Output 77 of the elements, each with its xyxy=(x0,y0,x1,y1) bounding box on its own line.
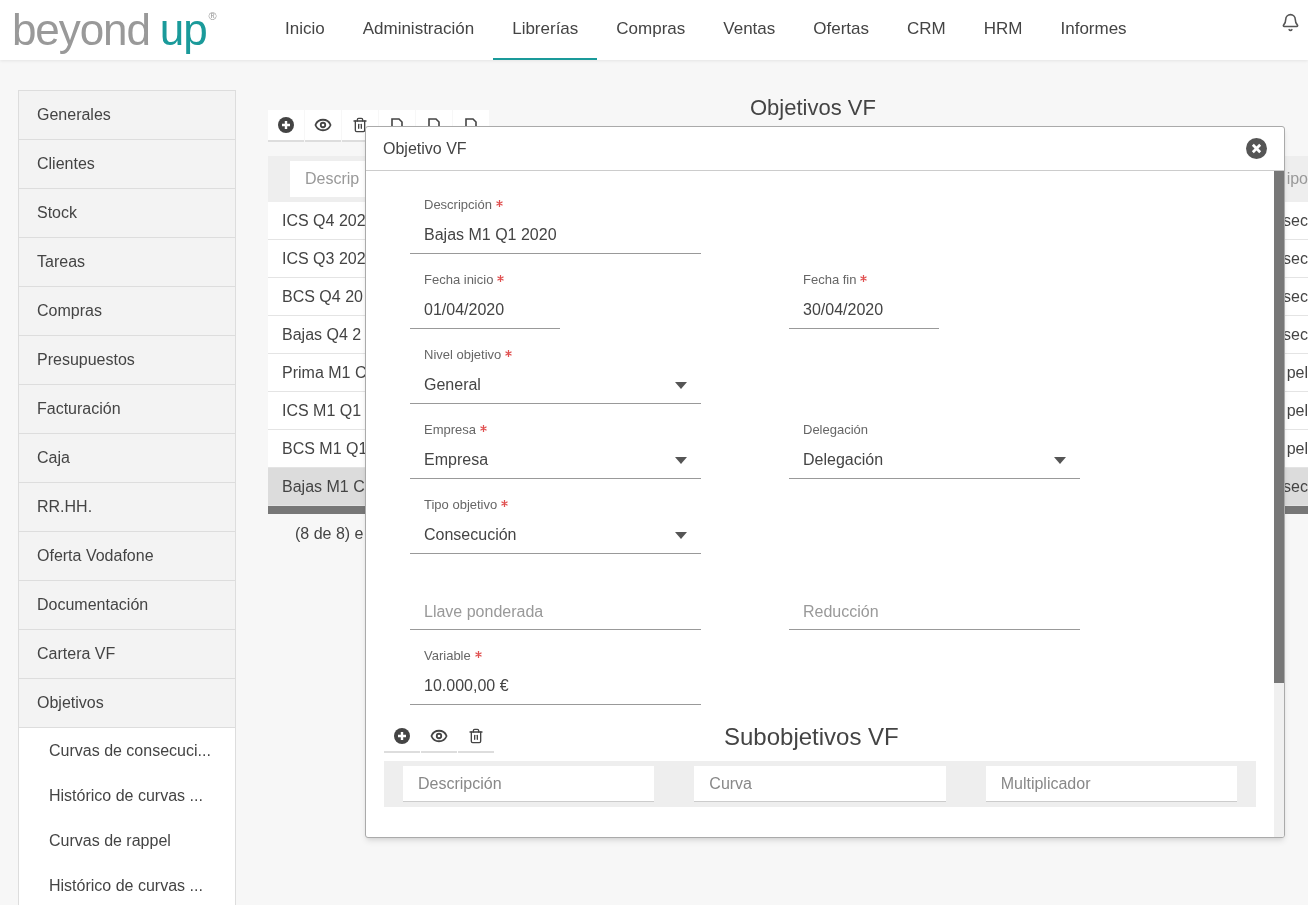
add-icon xyxy=(394,728,410,744)
sidebar-item[interactable]: Generales xyxy=(19,91,235,140)
text-field[interactable]: Reducción xyxy=(789,600,1080,630)
sidebar-item[interactable]: Stock xyxy=(19,189,235,238)
field-label: Nivel objetivo xyxy=(424,346,502,365)
nav-tab[interactable]: Ofertas xyxy=(794,0,889,60)
notification-icon[interactable] xyxy=(1281,12,1300,32)
caret-icon xyxy=(675,381,687,389)
caret-icon xyxy=(675,456,687,464)
paginator-text: (8 de 8) e xyxy=(295,524,364,544)
sidebar-subitem[interactable]: Histórico de curvas ... xyxy=(19,773,235,818)
nav-tab[interactable]: Informes xyxy=(1041,0,1146,60)
nav-tab[interactable]: Compras xyxy=(597,0,705,60)
sidebar-item[interactable]: Caja xyxy=(19,434,235,483)
field-label: Fecha fin xyxy=(803,271,857,290)
table-cell-text: ICS M1 Q1 xyxy=(281,400,362,421)
filter-field[interactable]: Multiplicador xyxy=(985,766,1237,802)
table-cell-text: Bajas M1 C xyxy=(281,476,365,497)
nav-tab[interactable]: HRM xyxy=(964,0,1042,60)
eye-icon xyxy=(430,727,448,745)
table-cell-text: pel xyxy=(1286,362,1308,383)
sidebar-item[interactable]: Presupuestos xyxy=(19,336,235,385)
close-icon[interactable] xyxy=(1246,138,1267,159)
select-field[interactable]: Delegación xyxy=(789,448,1080,479)
field-label: Empresa xyxy=(424,421,477,440)
trash-icon xyxy=(468,728,484,744)
caret-icon xyxy=(675,531,687,539)
nav-tab[interactable]: Ventas xyxy=(704,0,795,60)
sidebar-item[interactable]: Cartera VF xyxy=(19,630,235,679)
nav-tab[interactable]: Librerías xyxy=(493,0,598,60)
text-field[interactable]: 30/04/2020 xyxy=(789,298,939,329)
nav-tab[interactable]: CRM xyxy=(888,0,965,60)
nav-tab[interactable]: Inicio xyxy=(266,0,344,60)
dialog-title: Objetivo VF xyxy=(383,138,467,159)
text-field[interactable]: Bajas M1 Q1 2020 xyxy=(410,223,701,254)
nav-tab[interactable]: Administración xyxy=(343,0,494,60)
sidebar-item[interactable]: Tareas xyxy=(19,238,235,287)
filter-field[interactable]: Curva xyxy=(694,766,946,802)
field-label: Fecha inicio xyxy=(424,271,494,290)
scrollbar[interactable] xyxy=(1274,171,1284,837)
sidebar-item[interactable]: Clientes xyxy=(19,140,235,189)
select-field[interactable]: General xyxy=(410,373,701,404)
section-title: Subobjetivos VF xyxy=(724,722,899,752)
table-cell-text: BCS M1 Q1 xyxy=(281,438,368,459)
text-field[interactable]: 01/04/2020 xyxy=(410,298,560,329)
sidebar-item[interactable]: Compras xyxy=(19,287,235,336)
toolbar-button[interactable] xyxy=(305,110,341,142)
field-label: Delegación xyxy=(803,421,869,440)
sidebar-item[interactable]: RR.HH. xyxy=(19,483,235,532)
table-cell-text: ICS Q3 202 xyxy=(281,248,366,269)
table-cell-text: ICS Q4 202 xyxy=(281,210,366,231)
table-cell-text: BCS Q4 20 xyxy=(281,286,363,307)
select-field[interactable]: Empresa xyxy=(410,448,701,479)
select-field[interactable]: Consecución xyxy=(410,523,701,554)
eye-icon xyxy=(314,116,332,134)
text-field[interactable]: Llave ponderada xyxy=(410,600,701,630)
sidebar-item[interactable]: Documentación xyxy=(19,581,235,630)
table-cell-text: pel xyxy=(1286,400,1308,421)
sidebar-item[interactable]: Facturación xyxy=(19,385,235,434)
field-label: Descripción xyxy=(424,196,492,215)
sidebar-item[interactable]: Oferta Vodafone xyxy=(19,532,235,581)
sidebar-subitem[interactable]: Curvas de rappel xyxy=(19,818,235,863)
add-icon xyxy=(278,117,294,133)
table-cell-text: pel xyxy=(1286,438,1308,459)
filter-field[interactable]: Descripción xyxy=(403,766,655,802)
field-label: Tipo objetivo xyxy=(424,496,498,515)
field-label: Variable xyxy=(424,647,471,666)
toolbar-button[interactable] xyxy=(268,110,304,142)
sidebar-subitem[interactable]: Curvas de consecuci... xyxy=(19,728,235,773)
sidebar-subitem[interactable]: Histórico de curvas ... xyxy=(19,863,235,905)
column-header: ipo xyxy=(1286,169,1308,189)
trash-icon xyxy=(352,117,368,133)
sidebar-item[interactable]: Objetivos xyxy=(19,679,235,728)
text-field[interactable]: 10.000,00 € xyxy=(410,674,701,705)
table-cell-text: Bajas Q4 2 xyxy=(281,324,362,345)
page-title: Objetivos VF xyxy=(750,94,876,122)
caret-icon xyxy=(1054,456,1066,464)
